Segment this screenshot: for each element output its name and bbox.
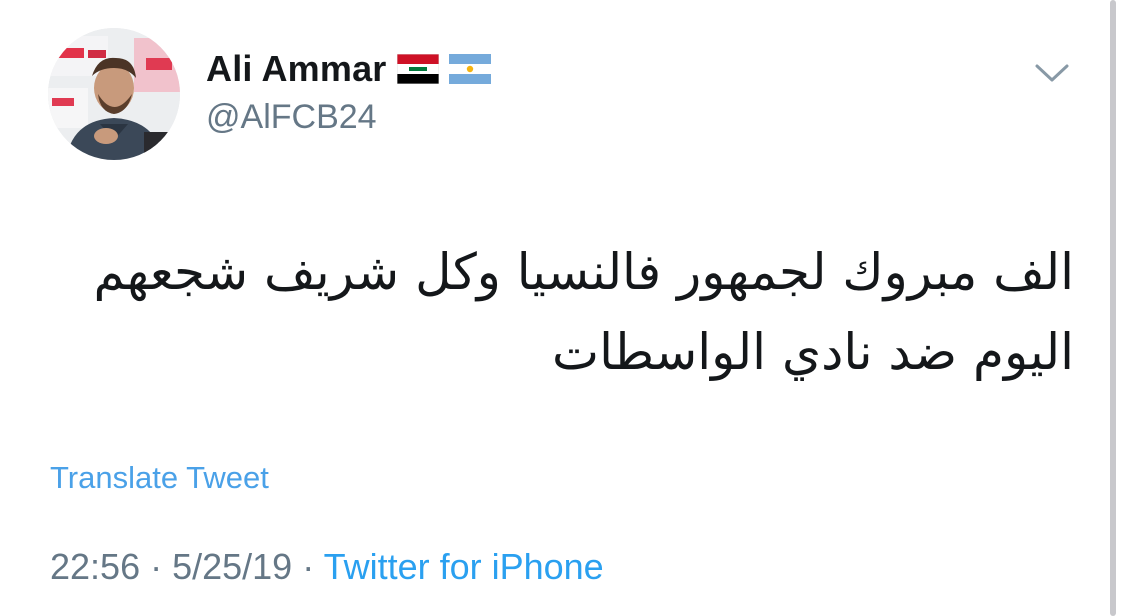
meta-separator: · (140, 546, 173, 587)
argentina-flag-icon (448, 54, 491, 84)
tweet-text: الف مبروك لجمهور فالنسيا وكل شريف شجعهم … (74, 232, 1074, 392)
display-name[interactable]: Ali Ammar (206, 48, 387, 90)
iraq-flag-icon (396, 53, 439, 85)
name-row: Ali Ammar (206, 48, 491, 90)
tweet-container: Ali Ammar @AlFCB24 الف مبروك لجمهور فالن… (0, 0, 1124, 616)
tweet-text-line: اليوم ضد نادي الواسطات (552, 323, 1074, 381)
chevron-down-icon[interactable] (1032, 58, 1072, 88)
tweet-date: 5/25/19 (172, 546, 293, 587)
meta-separator: · (292, 546, 324, 587)
avatar[interactable] (48, 28, 180, 160)
tweet-text-line: الف مبروك لجمهور فالنسيا وكل شريف شجعهم (93, 243, 1074, 301)
tweet-meta: 22:56 · 5/25/19 · Twitter for iPhone (50, 546, 604, 588)
tweet-source-link[interactable]: Twitter for iPhone (324, 546, 604, 587)
user-handle[interactable]: @AlFCB24 (206, 98, 377, 137)
scrollbar[interactable] (1110, 0, 1116, 616)
tweet-time: 22:56 (50, 546, 141, 587)
translate-tweet-link[interactable]: Translate Tweet (50, 460, 269, 496)
